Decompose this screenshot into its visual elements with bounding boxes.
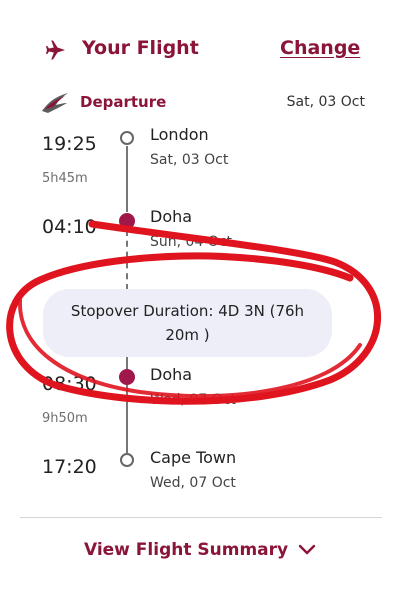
departure-date: Sat, 03 Oct (286, 94, 365, 110)
view-flight-summary-button[interactable]: View Flight Summary (0, 540, 400, 560)
segment-date: Sat, 03 Oct (150, 152, 229, 168)
segment-time: 19:25 (42, 133, 97, 155)
stopover-duration-badge: Stopover Duration: 4D 3N (76h 20m ) (43, 289, 332, 357)
departure-label: Departure (80, 93, 167, 111)
timeline-node (120, 453, 134, 467)
timeline-node (120, 131, 134, 145)
airline-logo-icon (42, 93, 68, 113)
timeline-node (119, 213, 135, 229)
segment-date: Wed, 07 Oct (150, 475, 236, 491)
segment-time: 08:30 (42, 373, 97, 395)
plane-icon (46, 40, 65, 60)
segment-time: 17:20 (42, 456, 97, 478)
timeline-dash (126, 230, 128, 290)
segment-time: 04:10 (42, 216, 97, 238)
segment-city: Doha (150, 207, 193, 226)
segment-date: Sun, 04 Oct (150, 234, 233, 250)
timeline-line (126, 146, 128, 212)
divider (20, 517, 382, 518)
view-flight-summary-label: View Flight Summary (83, 540, 289, 560)
segment-duration: 9h50m (42, 411, 88, 426)
segment-city: Doha (150, 365, 193, 384)
timeline-line (126, 385, 128, 453)
segment-duration: 5h45m (42, 171, 88, 186)
chevron-down-icon (298, 544, 316, 555)
segment-date: Wed, 07 Oct (150, 392, 236, 408)
segment-city: London (150, 125, 209, 144)
page-title: Your Flight (82, 37, 199, 59)
segment-city: Cape Town (150, 448, 237, 467)
change-link[interactable]: Change (280, 37, 360, 59)
stopover-text-line2: 20m ) (165, 326, 210, 344)
timeline-node (119, 369, 135, 385)
stopover-text-line1: Stopover Duration: 4D 3N (76h (70, 302, 305, 320)
timeline-dash (126, 357, 128, 369)
